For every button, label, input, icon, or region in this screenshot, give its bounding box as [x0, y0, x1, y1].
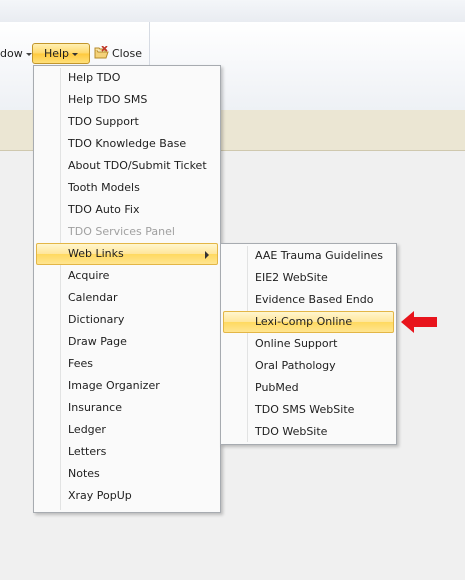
submenu-item-tdo-sms-website[interactable]: TDO SMS WebSite	[223, 399, 394, 421]
close-button[interactable]: Close	[94, 45, 142, 63]
menu-item-label: Calendar	[68, 291, 118, 304]
submenu-item-eie2-website[interactable]: EIE2 WebSite	[223, 267, 394, 289]
menu-item-label: Online Support	[255, 337, 338, 350]
menu-item-label: TDO Support	[68, 115, 139, 128]
menu-item-label: Tooth Models	[68, 181, 140, 194]
submenu-item-lexi-comp-online[interactable]: Lexi-Comp Online	[223, 311, 394, 333]
menu-item-label: Lexi-Comp Online	[255, 315, 353, 328]
menu-item-label: Draw Page	[68, 335, 127, 348]
menu-item-label: Oral Pathology	[255, 359, 336, 372]
window-menu-label: dow	[0, 47, 23, 60]
menu-item-tooth-models[interactable]: Tooth Models	[36, 177, 218, 199]
menu-item-label: AAE Trauma Guidelines	[255, 249, 383, 262]
close-folder-icon	[94, 46, 109, 59]
menu-item-draw-page[interactable]: Draw Page	[36, 331, 218, 353]
help-dropdown-menu: Help TDO Help TDO SMS TDO Support TDO Knowl…	[33, 65, 221, 513]
submenu-arrow-icon	[205, 251, 209, 259]
menu-item-insurance[interactable]: Insurance	[36, 397, 218, 419]
menu-item-tdo-services-panel: TDO Services Panel	[36, 221, 218, 243]
menu-item-dictionary[interactable]: Dictionary	[36, 309, 218, 331]
menu-item-calendar[interactable]: Calendar	[36, 287, 218, 309]
help-menu-button[interactable]: Help	[32, 43, 90, 64]
menu-item-about-tdo-submit-ticket[interactable]: About TDO/Submit Ticket	[36, 155, 218, 177]
help-menu-label: Help	[43, 47, 70, 60]
menu-item-label: PubMed	[255, 381, 299, 394]
menu-item-label: TDO Auto Fix	[68, 203, 140, 216]
menu-item-fees[interactable]: Fees	[36, 353, 218, 375]
menu-item-letters[interactable]: Letters	[36, 441, 218, 463]
menu-item-label: Dictionary	[68, 313, 125, 326]
menu-item-label: TDO WebSite	[255, 425, 328, 438]
menu-item-tdo-support[interactable]: TDO Support	[36, 111, 218, 133]
menu-item-ledger[interactable]: Ledger	[36, 419, 218, 441]
red-arrow-icon	[401, 311, 437, 333]
menu-item-notes[interactable]: Notes	[36, 463, 218, 485]
menu-item-label: TDO SMS WebSite	[255, 403, 355, 416]
menu-item-label: TDO Knowledge Base	[68, 137, 187, 150]
submenu-item-oral-pathology[interactable]: Oral Pathology	[223, 355, 394, 377]
submenu-item-evidence-based-endo[interactable]: Evidence Based Endo	[223, 289, 394, 311]
menu-item-label: Web Links	[68, 247, 124, 260]
chevron-down-icon	[72, 52, 79, 56]
submenu-item-tdo-website[interactable]: TDO WebSite	[223, 421, 394, 443]
menu-item-help-tdo[interactable]: Help TDO	[36, 67, 218, 89]
menu-item-label: Image Organizer	[68, 379, 160, 392]
menu-item-label: TDO Services Panel	[68, 225, 175, 238]
submenu-item-online-support[interactable]: Online Support	[223, 333, 394, 355]
menu-item-label: Insurance	[68, 401, 122, 414]
menu-item-web-links[interactable]: Web Links	[36, 243, 218, 265]
menu-item-xray-popup[interactable]: Xray PopUp	[36, 485, 218, 507]
menu-item-tdo-knowledge-base[interactable]: TDO Knowledge Base	[36, 133, 218, 155]
close-label: Close	[112, 47, 142, 60]
menu-item-tdo-auto-fix[interactable]: TDO Auto Fix	[36, 199, 218, 221]
menu-item-help-tdo-sms[interactable]: Help TDO SMS	[36, 89, 218, 111]
menu-item-image-organizer[interactable]: Image Organizer	[36, 375, 218, 397]
menu-item-acquire[interactable]: Acquire	[36, 265, 218, 287]
menu-item-label: Help TDO	[68, 71, 121, 84]
chevron-down-icon	[25, 52, 32, 56]
menu-item-label: Ledger	[68, 423, 106, 436]
web-links-submenu: AAE Trauma Guidelines EIE2 WebSite Evidenc…	[220, 243, 397, 445]
menu-item-label: Help TDO SMS	[68, 93, 148, 106]
menu-item-label: Acquire	[68, 269, 110, 282]
window-menu-button[interactable]: dow	[0, 46, 32, 62]
menu-item-label: Xray PopUp	[68, 489, 132, 502]
menu-item-label: Letters	[68, 445, 107, 458]
menu-item-label: Fees	[68, 357, 93, 370]
menu-item-label: EIE2 WebSite	[255, 271, 328, 284]
menu-item-label: Evidence Based Endo	[255, 293, 374, 306]
title-strip	[0, 0, 465, 23]
menu-item-label: About TDO/Submit Ticket	[68, 159, 207, 172]
submenu-item-pubmed[interactable]: PubMed	[223, 377, 394, 399]
menu-item-label: Notes	[68, 467, 100, 480]
submenu-item-aae-trauma-guidelines[interactable]: AAE Trauma Guidelines	[223, 245, 394, 267]
